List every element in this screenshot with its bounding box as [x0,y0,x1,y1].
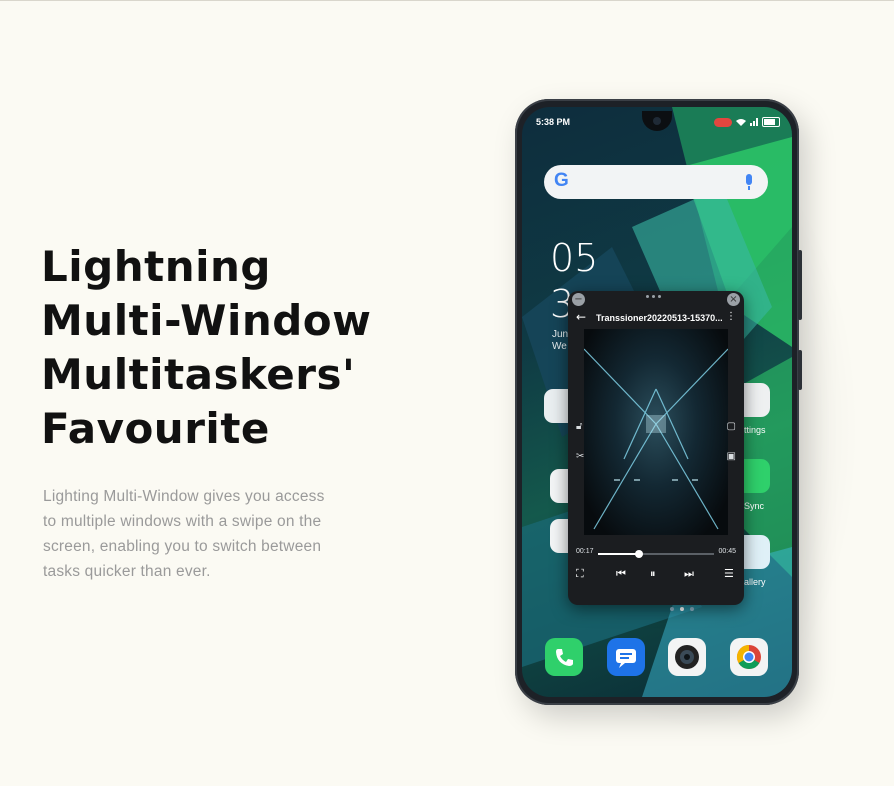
google-search-bar[interactable]: G [544,165,768,199]
back-arrow-icon[interactable]: ← [576,310,586,324]
sync-app-label: Sync [744,501,765,511]
status-time: 5:38 PM [536,117,571,127]
google-logo-icon: G [554,170,569,191]
headline: Lightning Multi-Window Multitaskers' Fav… [41,240,421,456]
chrome-icon[interactable] [730,638,768,676]
page-dot [680,607,684,611]
status-icons [714,117,780,127]
more-options-icon[interactable]: ⋮ [726,311,736,322]
volume-button [798,250,802,320]
phone-icon[interactable] [545,638,583,676]
settings-app-label: ttings [744,425,766,435]
date-line: Jun [552,329,569,340]
page-indicator [670,607,694,611]
grip-dot [658,295,661,298]
description-line: tasks quicker than ever. [43,563,211,580]
wifi-icon [736,119,746,126]
record-indicator-icon [714,117,732,127]
seek-bar[interactable] [598,550,714,558]
description: Lighting Multi-Window gives you access t… [43,484,373,584]
camera-icon[interactable] [668,638,706,676]
drag-handle[interactable] [646,295,666,298]
video-title: Transsioner20220513-15370... [596,313,723,323]
date-line: We [552,341,567,352]
date-widget: Jun We [552,329,568,353]
description-line: to multiple windows with a swipe on the [43,513,322,530]
video-frame[interactable] [584,329,728,535]
next-icon[interactable]: ⏭ [684,567,694,581]
close-window-icon[interactable]: × [727,293,740,306]
top-divider [0,0,894,1]
elapsed-time: 00:17 [576,548,594,555]
floating-video-window[interactable]: − × ← Transsioner20220513-15370... ⋮ 🔓︎ … [568,291,744,605]
battery-icon [762,117,780,127]
total-time: 00:45 [718,548,736,555]
camera-lens-icon [675,645,699,669]
playlist-icon[interactable]: ☰ [724,567,734,580]
messages-icon[interactable] [607,638,645,676]
page-dot [670,607,674,611]
grip-dot [652,295,655,298]
page-dot [690,607,694,611]
description-line: screen, enabling you to switch between [43,538,322,555]
headline-line: Multitaskers' [41,350,356,399]
screenshot-icon[interactable]: ▢ [727,421,736,432]
mic-icon[interactable] [746,174,752,190]
seek-progress [598,553,639,555]
headline-line: Lightning [41,242,271,291]
front-camera [653,117,661,125]
chat-bubble-icon [616,649,636,668]
caption-icon[interactable]: ▣ [727,451,736,462]
headline-line: Favourite [41,404,270,453]
chrome-logo-icon [736,645,761,670]
phone-handset-icon [556,649,573,666]
gallery-app-label: allery [744,577,766,587]
power-button [798,350,802,390]
grip-dot [646,295,649,298]
previous-icon[interactable]: ⏮ [616,567,626,581]
tunnel-image [584,348,728,530]
headline-line: Multi-Window [41,296,372,345]
signal-icon [750,118,758,126]
scissors-icon[interactable]: ✂︎ [576,451,584,462]
description-line: Lighting Multi-Window gives you access [43,488,325,505]
fullscreen-icon[interactable]: ⛶ [576,567,584,581]
pause-icon[interactable]: ⏸ [650,567,656,581]
minimize-window-icon[interactable]: − [572,293,585,306]
lock-icon[interactable]: 🔓︎ [576,421,582,432]
seek-handle[interactable] [634,550,643,558]
phone-screen: 5:38 PM G 05 3 Jun We ttings Sync allery [522,107,792,697]
clock-hour: 05 [550,236,599,280]
